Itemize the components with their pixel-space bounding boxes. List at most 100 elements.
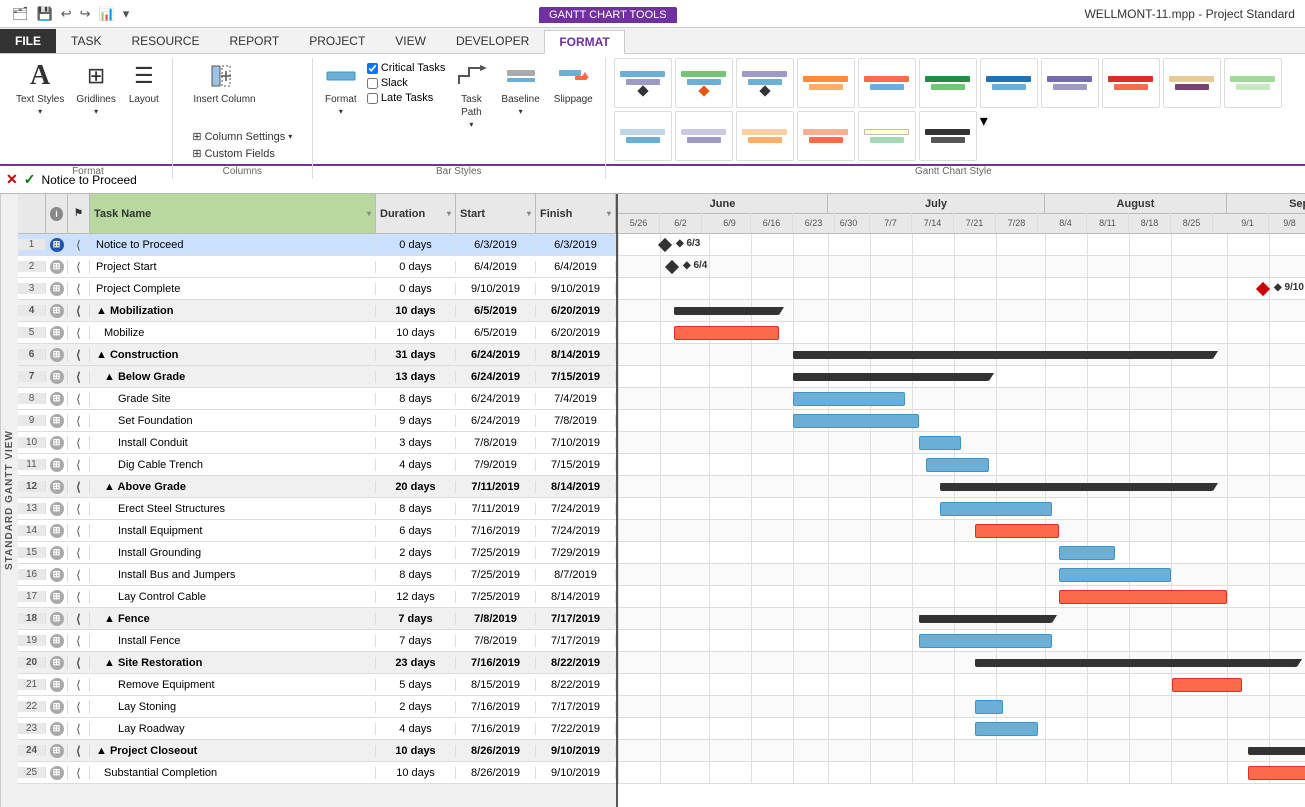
table-row[interactable]: 17 ⊞ ⟨ Lay Control Cable 12 days 7/25/20… (18, 586, 616, 608)
table-row[interactable]: 10 ⊞ ⟨ Install Conduit 3 days 7/8/2019 7… (18, 432, 616, 454)
slippage-button[interactable]: Slippage (550, 58, 597, 107)
gantt-style-swatch-16[interactable] (858, 111, 916, 161)
gantt-style-swatch-7[interactable] (980, 58, 1038, 108)
task-path-button[interactable]: Task Path ▾ (451, 58, 491, 131)
gantt-style-swatch-9[interactable] (1102, 58, 1160, 108)
col-header-start[interactable]: Start ▾ (456, 194, 536, 233)
column-settings-button[interactable]: ⊞ Column Settings ▾ (189, 129, 295, 144)
task-name[interactable]: Install Bus and Jumpers (90, 569, 376, 581)
gridlines-button[interactable]: ⊞ Gridlines ▾ (72, 58, 119, 118)
gantt-style-swatch-15[interactable] (797, 111, 855, 161)
task-name[interactable]: ▲ Construction (90, 349, 376, 361)
format-bar-button[interactable]: Format ▾ (321, 58, 361, 118)
table-row[interactable]: 20 ⊞ ⟨ ▲ Site Restoration 23 days 7/16/2… (18, 652, 616, 674)
table-row[interactable]: 25 ⊞ ⟨ Substantial Completion 10 days 8/… (18, 762, 616, 784)
gantt-style-swatch-10[interactable] (1163, 58, 1221, 108)
task-name[interactable]: ▲ Site Restoration (90, 657, 376, 669)
task-name[interactable]: Dig Cable Trench (90, 459, 376, 471)
table-row[interactable]: 8 ⊞ ⟨ Grade Site 8 days 6/24/2019 7/4/20… (18, 388, 616, 410)
tab-view[interactable]: VIEW (380, 29, 441, 53)
gantt-style-swatch-3[interactable] (736, 58, 794, 108)
gantt-style-swatch-6[interactable] (919, 58, 977, 108)
task-name[interactable]: Erect Steel Structures (90, 503, 376, 515)
table-row[interactable]: 4 ⊞ ⟨ ▲ Mobilization 10 days 6/5/2019 6/… (18, 300, 616, 322)
task-name[interactable]: Set Foundation (90, 415, 376, 427)
table-row[interactable]: 15 ⊞ ⟨ Install Grounding 2 days 7/25/201… (18, 542, 616, 564)
gantt-style-swatch-17[interactable] (919, 111, 977, 161)
table-row[interactable]: 18 ⊞ ⟨ ▲ Fence 7 days 7/8/2019 7/17/2019 (18, 608, 616, 630)
col-header-name[interactable]: Task Name ▾ (90, 194, 376, 233)
table-row[interactable]: 14 ⊞ ⟨ Install Equipment 6 days 7/16/201… (18, 520, 616, 542)
gantt-style-swatch-11[interactable] (1224, 58, 1282, 108)
customize-qat[interactable]: ▾ (121, 5, 132, 23)
tab-task[interactable]: TASK (56, 29, 116, 53)
tab-report[interactable]: REPORT (214, 29, 294, 53)
table-row[interactable]: 9 ⊞ ⟨ Set Foundation 9 days 6/24/2019 7/… (18, 410, 616, 432)
task-name[interactable]: ▲ Fence (90, 613, 376, 625)
gantt-style-swatch-4[interactable] (797, 58, 855, 108)
layout-button[interactable]: ☰ Layout (124, 58, 164, 107)
gantt-style-swatch-5[interactable] (858, 58, 916, 108)
tab-project[interactable]: PROJECT (294, 29, 380, 53)
table-row[interactable]: 5 ⊞ ⟨ Mobilize 10 days 6/5/2019 6/20/201… (18, 322, 616, 344)
tab-developer[interactable]: DEVELOPER (441, 29, 544, 53)
task-name[interactable]: ▲ Mobilization (90, 305, 376, 317)
task-name[interactable]: Install Conduit (90, 437, 376, 449)
task-name[interactable]: Install Equipment (90, 525, 376, 537)
gantt-style-swatch-13[interactable] (675, 111, 733, 161)
task-name[interactable]: Project Start (90, 261, 376, 273)
table-row[interactable]: 23 ⊞ ⟨ Lay Roadway 4 days 7/16/2019 7/22… (18, 718, 616, 740)
table-row[interactable]: 12 ⊞ ⟨ ▲ Above Grade 20 days 7/11/2019 8… (18, 476, 616, 498)
table-row[interactable]: 6 ⊞ ⟨ ▲ Construction 31 days 6/24/2019 8… (18, 344, 616, 366)
task-name[interactable]: Notice to Proceed (90, 239, 376, 251)
task-name[interactable]: Grade Site (90, 393, 376, 405)
col-header-info[interactable]: i (46, 194, 68, 233)
task-name[interactable]: ▲ Project Closeout (90, 745, 376, 757)
table-row[interactable]: 2 ⊞ ⟨ Project Start 0 days 6/4/2019 6/4/… (18, 256, 616, 278)
task-name[interactable]: Lay Roadway (90, 723, 376, 735)
save-qat[interactable]: 💾 (35, 5, 55, 23)
task-name[interactable]: Remove Equipment (90, 679, 376, 691)
gantt-style-swatch-12[interactable] (614, 111, 672, 161)
gantt-style-more-button[interactable]: ▾ (980, 111, 988, 131)
table-row[interactable]: 11 ⊞ ⟨ Dig Cable Trench 4 days 7/9/2019 … (18, 454, 616, 476)
task-name[interactable]: ▲ Above Grade (90, 481, 376, 493)
gantt-style-swatch-8[interactable] (1041, 58, 1099, 108)
tab-format[interactable]: FORMAT (544, 30, 624, 54)
table-row[interactable]: 19 ⊞ ⟨ Install Fence 7 days 7/8/2019 7/1… (18, 630, 616, 652)
gantt-style-swatch-14[interactable] (736, 111, 794, 161)
tab-resource[interactable]: RESOURCE (116, 29, 214, 53)
late-tasks-checkbox[interactable]: Late Tasks (367, 92, 446, 104)
text-styles-button[interactable]: A Text Styles ▾ (12, 58, 68, 118)
gantt-style-swatch-1[interactable] (614, 58, 672, 108)
table-row[interactable]: 16 ⊞ ⟨ Install Bus and Jumpers 8 days 7/… (18, 564, 616, 586)
tab-file[interactable]: FILE (0, 29, 56, 53)
task-name[interactable]: Mobilize (90, 327, 376, 339)
table-row[interactable]: 1 ⊞ ⟨ Notice to Proceed 0 days 6/3/2019 … (18, 234, 616, 256)
record-qat[interactable]: 📊 (97, 5, 117, 23)
critical-tasks-checkbox[interactable]: Critical Tasks (367, 62, 446, 74)
col-header-finish[interactable]: Finish ▾ (536, 194, 616, 233)
table-row[interactable]: 24 ⊞ ⟨ ▲ Project Closeout 10 days 8/26/2… (18, 740, 616, 762)
task-name[interactable]: Substantial Completion (90, 767, 376, 779)
table-row[interactable]: 21 ⊞ ⟨ Remove Equipment 5 days 8/15/2019… (18, 674, 616, 696)
redo-qat[interactable]: ↪ (78, 5, 93, 23)
insert-column-button[interactable]: Insert Column (189, 58, 259, 107)
task-name[interactable]: Lay Control Cable (90, 591, 376, 603)
col-header-mode[interactable]: ⚑ (68, 194, 90, 233)
slack-checkbox[interactable]: Slack (367, 77, 446, 89)
task-name[interactable]: Lay Stoning (90, 701, 376, 713)
custom-fields-button[interactable]: ⊞ Custom Fields (189, 146, 278, 161)
gantt-style-swatch-2[interactable] (675, 58, 733, 108)
table-row[interactable]: 13 ⊞ ⟨ Erect Steel Structures 8 days 7/1… (18, 498, 616, 520)
baseline-button[interactable]: Baseline ▾ (497, 58, 543, 118)
undo-qat[interactable]: ↩ (59, 5, 74, 23)
col-header-duration[interactable]: Duration ▾ (376, 194, 456, 233)
task-name[interactable]: Install Grounding (90, 547, 376, 559)
task-name[interactable]: Project Complete (90, 283, 376, 295)
table-row[interactable]: 22 ⊞ ⟨ Lay Stoning 2 days 7/16/2019 7/17… (18, 696, 616, 718)
task-name[interactable]: ▲ Below Grade (90, 371, 376, 383)
table-row[interactable]: 3 ⊞ ⟨ Project Complete 0 days 9/10/2019 … (18, 278, 616, 300)
task-name[interactable]: Install Fence (90, 635, 376, 647)
table-row[interactable]: 7 ⊞ ⟨ ▲ Below Grade 13 days 6/24/2019 7/… (18, 366, 616, 388)
